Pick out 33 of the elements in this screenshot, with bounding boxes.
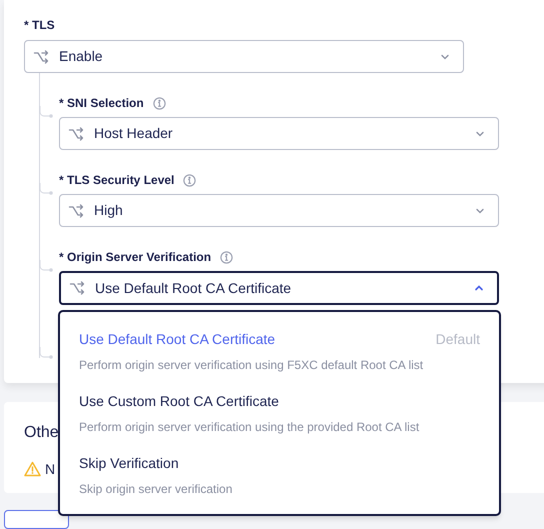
field-label: * Origin Server Verification [59, 249, 212, 266]
select-field[interactable]: High [59, 194, 499, 227]
default-tag: Default [436, 329, 480, 350]
info-icon[interactable] [183, 174, 196, 186]
branch-arrows-icon [68, 202, 84, 218]
select-value: Enable [59, 47, 104, 66]
field-label: * SNI Selection [59, 95, 144, 112]
button[interactable] [4, 510, 69, 529]
branch-arrows-icon [69, 280, 85, 296]
info-icon[interactable] [220, 250, 234, 264]
select-value: High [94, 201, 124, 220]
dropdown-option[interactable]: Skip Verification Skip origin server verification [79, 453, 480, 498]
dropdown-option[interactable]: Use Custom Root CA Certificate Perform origin server verification using the provided Root CA list [79, 391, 480, 436]
field-label: * TLS Security Level [59, 172, 174, 189]
field-label: * TLS [24, 17, 55, 34]
option-title: Use Default Root CA Certificate [79, 330, 276, 349]
select-field[interactable]: Enable [24, 40, 464, 73]
select-value: Host Header [94, 124, 174, 143]
option-title: Use Custom Root CA Certificate [79, 392, 279, 411]
option-title: Skip Verification [79, 454, 179, 473]
select-field[interactable]: Use Default Root CA Certificate [59, 271, 499, 305]
option-description: Skip origin server verification [79, 481, 234, 498]
branch-arrows-icon [33, 48, 49, 64]
option-description: Perform origin server verification using F5XC default Root CA list [79, 357, 424, 374]
select-value: Use Default Root CA Certificate [95, 278, 292, 298]
warning-icon [24, 461, 41, 478]
branch-arrows-icon [68, 126, 84, 142]
option-description: Perform origin server verification using the provided Root CA list [79, 419, 420, 436]
select-field[interactable]: Host Header [59, 117, 499, 150]
warning-text: N [45, 460, 56, 479]
card-title: Othe [24, 422, 59, 443]
info-icon[interactable] [152, 96, 166, 110]
dropdown-option[interactable]: Use Default Root CA Certificate Default Perform origin server verification using F5XC default Root CA list [79, 329, 480, 374]
